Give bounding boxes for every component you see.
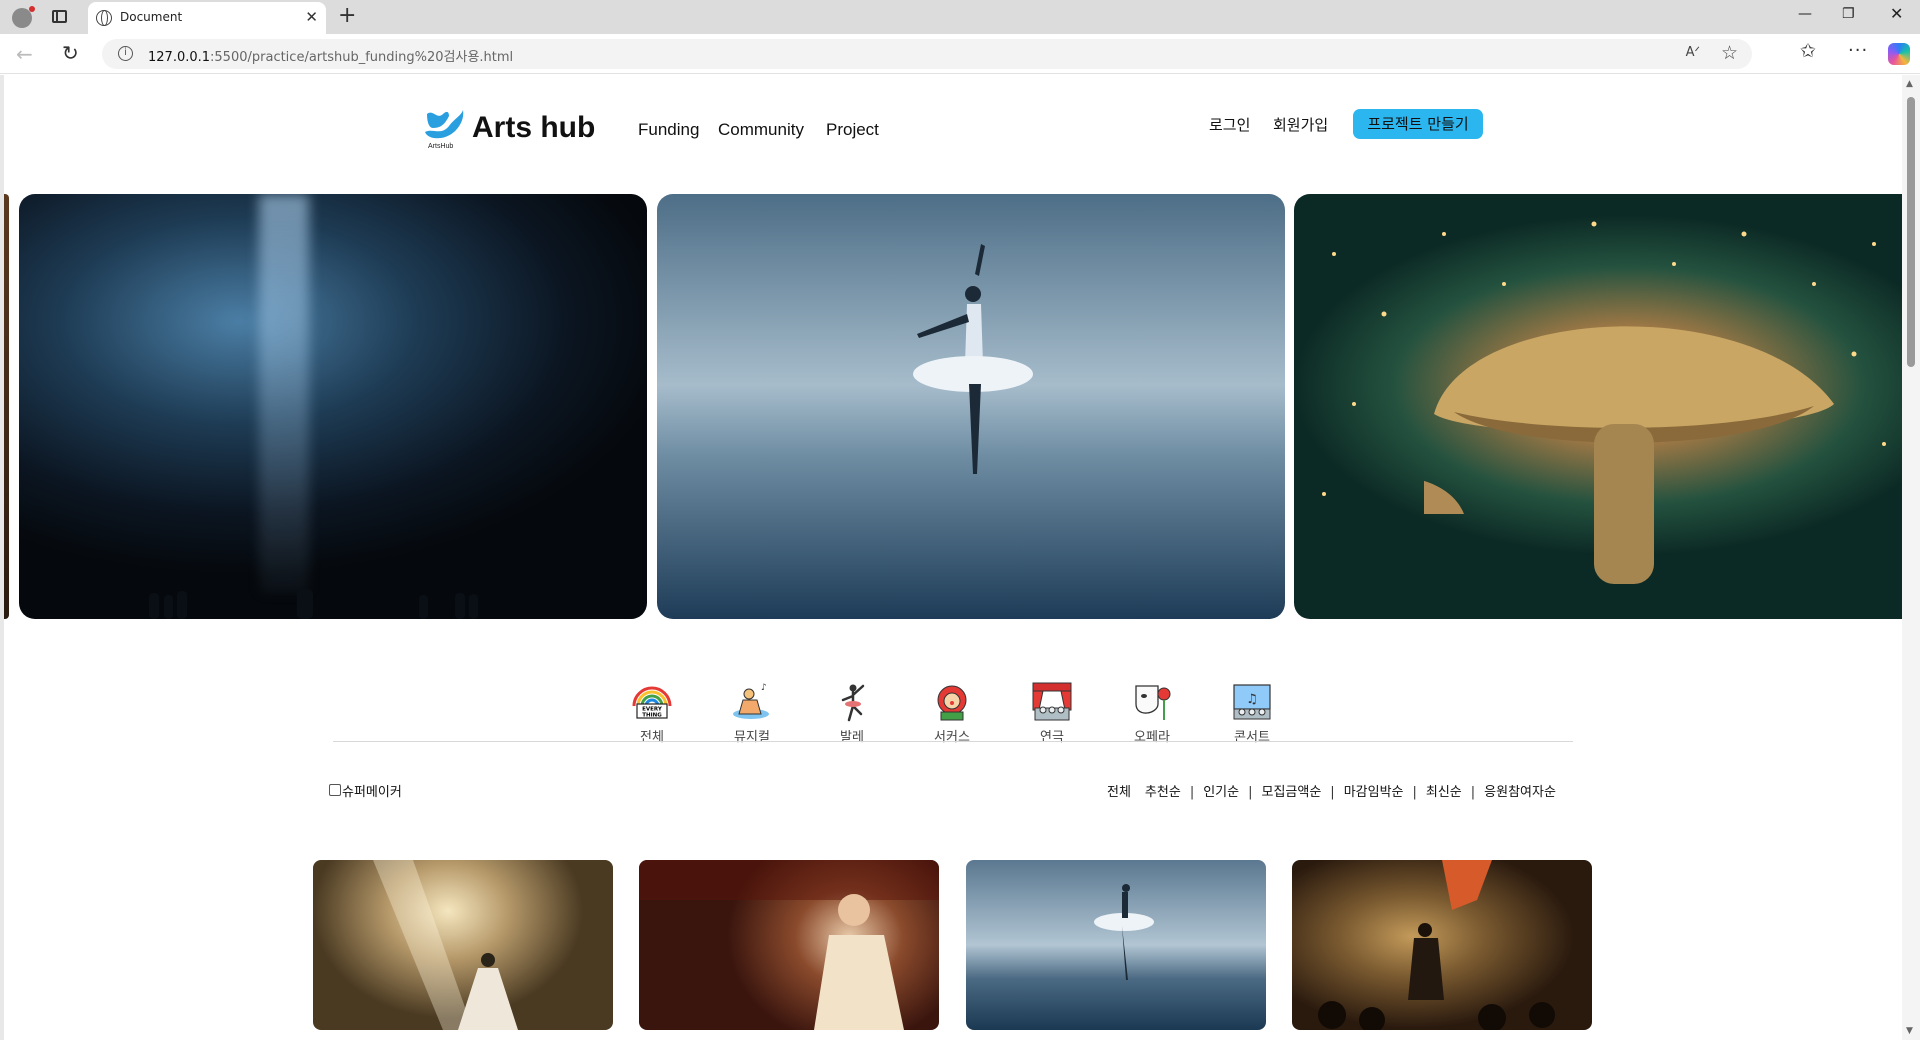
super-maker-checkbox[interactable]: [329, 784, 341, 796]
svg-text:♫: ♫: [1246, 692, 1258, 707]
minimize-icon[interactable]: —: [1798, 6, 1812, 22]
circus-icon: [937, 685, 967, 721]
sort-popular[interactable]: 인기순: [1203, 781, 1239, 800]
logo-subtext: ArtsHub: [428, 143, 454, 150]
category-label: 발레: [840, 730, 864, 745]
svg-text:THING: THING: [642, 713, 662, 719]
banner-slide-ballet[interactable]: [657, 194, 1285, 619]
url-field[interactable]: i 127.0.0.1:5500/practice/artshub_fundin…: [102, 39, 1752, 69]
stage-light-beam: [259, 194, 309, 594]
reload-icon[interactable]: ↻: [62, 41, 79, 65]
scrollbar-thumb[interactable]: [1907, 97, 1915, 367]
category-theater[interactable]: 연극: [1022, 680, 1082, 745]
address-bar-row: ← ↻ i 127.0.0.1:5500/practice/artshub_fu…: [0, 34, 1920, 74]
url-text: 127.0.0.1:5500/practice/artshub_funding%…: [148, 50, 514, 65]
project-image: [1318, 860, 1555, 1030]
category-opera[interactable]: 오페라: [1122, 680, 1182, 745]
nav-project[interactable]: Project: [826, 120, 879, 140]
giant-mushroom: [1424, 326, 1834, 584]
tab-actions-icon[interactable]: [52, 10, 67, 23]
browser-tab[interactable]: Document ✕: [88, 2, 326, 34]
super-maker-label: 슈퍼메이커: [342, 785, 402, 800]
close-window-icon[interactable]: ✕: [1890, 4, 1903, 23]
sort-options: 전체 추천순 | 인기순 | 모집금액순 | 마감임박순 | 최신순 | 응원참여자순: [1107, 781, 1556, 800]
page-scrollbar[interactable]: ▲ ▼: [1902, 75, 1920, 1040]
banner-slide-fairy-mushroom[interactable]: [1294, 194, 1902, 619]
project-image: [373, 860, 518, 1030]
scroll-down-arrow-icon[interactable]: ▼: [1906, 1026, 1913, 1036]
copilot-icon[interactable]: [1888, 43, 1910, 65]
category-circus[interactable]: 서커스: [922, 680, 982, 745]
concert-icon: ♫: [1233, 684, 1271, 720]
audience-silhouettes: [149, 589, 478, 619]
category-label: 오페라: [1134, 730, 1170, 745]
category-concert[interactable]: ♫ 콘서트: [1222, 680, 1282, 745]
sort-closing-soon[interactable]: 마감임박순: [1344, 781, 1404, 800]
sort-funding-amount[interactable]: 모집금액순: [1261, 781, 1321, 800]
more-options-icon[interactable]: ···: [1848, 40, 1868, 61]
project-image: [639, 860, 939, 1030]
sort-recommended[interactable]: 추천순: [1145, 781, 1181, 800]
category-label: 연극: [1040, 730, 1064, 745]
category-musical[interactable]: ♪ 뮤지컬: [722, 680, 782, 745]
new-tab-icon[interactable]: +: [338, 3, 356, 28]
ballet-icon: [841, 684, 865, 722]
notification-dot-icon: [29, 6, 35, 12]
close-tab-icon[interactable]: ✕: [305, 8, 318, 26]
project-image: [1094, 884, 1154, 980]
category-label: 뮤지컬: [734, 730, 770, 745]
restore-icon[interactable]: ❐: [1842, 6, 1855, 22]
ballerina-figure: [913, 244, 1033, 474]
banner-slide-previous[interactable]: [4, 194, 9, 619]
brand-name[interactable]: Arts hub: [472, 111, 595, 145]
signup-link[interactable]: 회원가입: [1273, 114, 1328, 135]
site-info-icon[interactable]: i: [118, 46, 133, 61]
sort-supporters[interactable]: 응원참여자순: [1484, 781, 1556, 800]
page-viewport: ArtsHub Arts hub Funding Community Proje…: [0, 75, 1920, 1040]
read-aloud-icon[interactable]: Aᐟ: [1686, 45, 1700, 60]
theater-icon: [1032, 682, 1072, 721]
project-card-1[interactable]: [313, 860, 613, 1030]
favorites-list-icon[interactable]: ✩: [1800, 40, 1816, 62]
back-arrow-icon[interactable]: ←: [16, 42, 33, 66]
banner-slide-stage-light[interactable]: [19, 194, 647, 619]
category-label: 전체: [640, 730, 664, 745]
rainbow-everything-icon: EVERY THING: [632, 686, 672, 719]
favorite-star-icon[interactable]: ☆: [1721, 42, 1738, 64]
nav-funding[interactable]: Funding: [638, 120, 699, 140]
project-card-2[interactable]: [639, 860, 939, 1030]
project-card-4[interactable]: [1292, 860, 1592, 1030]
category-all[interactable]: EVERY THING 전체: [622, 680, 682, 745]
category-label: 서커스: [934, 730, 970, 745]
sort-newest[interactable]: 최신순: [1426, 781, 1462, 800]
scroll-up-arrow-icon[interactable]: ▲: [1906, 79, 1913, 89]
svg-text:♪: ♪: [761, 683, 767, 693]
browser-tab-bar: Document ✕ + — ❐ ✕: [0, 0, 1920, 34]
create-project-button[interactable]: 프로젝트 만들기: [1353, 109, 1483, 139]
login-link[interactable]: 로그인: [1209, 114, 1250, 135]
category-divider: [333, 741, 1573, 742]
nav-community[interactable]: Community: [718, 120, 804, 140]
category-ballet[interactable]: 발레: [822, 680, 882, 745]
project-card-3[interactable]: [966, 860, 1266, 1030]
musical-icon: ♪: [733, 683, 769, 719]
category-label: 콘서트: [1234, 730, 1270, 745]
sort-all[interactable]: 전체: [1107, 781, 1131, 800]
opera-mask-icon: [1135, 685, 1171, 720]
globe-icon: [96, 10, 112, 26]
tab-title: Document: [120, 10, 183, 24]
